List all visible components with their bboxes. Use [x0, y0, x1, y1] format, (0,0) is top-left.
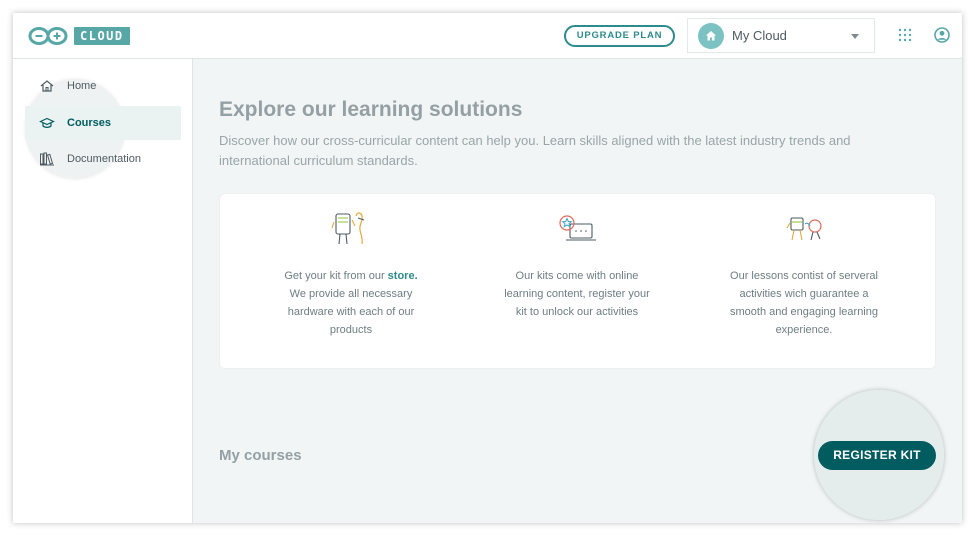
sidebar-item-label: Home: [67, 80, 97, 92]
sidebar-item-documentation[interactable]: Documentation: [25, 142, 181, 176]
sidebar-item-label: Courses: [67, 117, 112, 129]
arduino-logo-icon[interactable]: [28, 26, 68, 46]
upgrade-plan-button[interactable]: UPGRADE PLAN: [564, 25, 675, 47]
top-bar: CLOUD UPGRADE PLAN My Cloud: [13, 13, 962, 59]
main-content: Explore our learning solutions Discover …: [194, 59, 962, 523]
cloud-logo-badge[interactable]: CLOUD: [74, 27, 130, 45]
feature-online-content: Our kits come with online learning conte…: [502, 208, 652, 321]
home-icon: [698, 23, 724, 49]
feature-online-content-text: Our kits come with online learning conte…: [504, 270, 650, 318]
app-window: CLOUD UPGRADE PLAN My Cloud Home Courses…: [13, 13, 962, 523]
feature-lessons-text: Our lessons contist of serveral activiti…: [729, 270, 878, 336]
cloud-space-selector[interactable]: My Cloud: [687, 18, 875, 53]
sidebar-item-home[interactable]: Home: [25, 69, 181, 103]
books-icon: [39, 151, 55, 167]
store-link[interactable]: store.: [388, 270, 418, 282]
feature-lessons: Our lessons contist of serveral activiti…: [729, 208, 879, 339]
learning-solutions-card: Get your kit from our store. We provide …: [220, 194, 935, 368]
cloud-space-label: My Cloud: [732, 28, 787, 43]
sidebar: Home Courses Documentation: [13, 59, 193, 523]
feature-store-text-before: Get your kit from our: [284, 270, 388, 282]
page-subtitle: Discover how our cross-curricular conten…: [219, 133, 851, 168]
feature-store-text: Get your kit from our store. We provide …: [276, 267, 426, 339]
home-icon: [39, 78, 55, 94]
user-account-icon[interactable]: [934, 27, 950, 43]
feature-store-text-after: We provide all necessary hardware with e…: [287, 288, 415, 336]
page-title: Explore our learning solutions: [219, 98, 523, 121]
sidebar-item-label: Documentation: [67, 153, 141, 165]
characters-illustration-icon: [786, 217, 822, 241]
kit-illustration-icon: [331, 212, 365, 245]
feature-store: Get your kit from our store. We provide …: [276, 208, 426, 339]
sidebar-item-courses[interactable]: Courses: [25, 106, 181, 140]
apps-grid-icon[interactable]: [898, 28, 912, 42]
my-courses-heading: My courses: [219, 447, 302, 464]
chevron-down-icon: [851, 34, 859, 39]
register-kit-button[interactable]: REGISTER KIT: [818, 441, 936, 470]
laptop-star-illustration-icon: [559, 215, 596, 241]
graduation-cap-icon: [39, 115, 55, 131]
